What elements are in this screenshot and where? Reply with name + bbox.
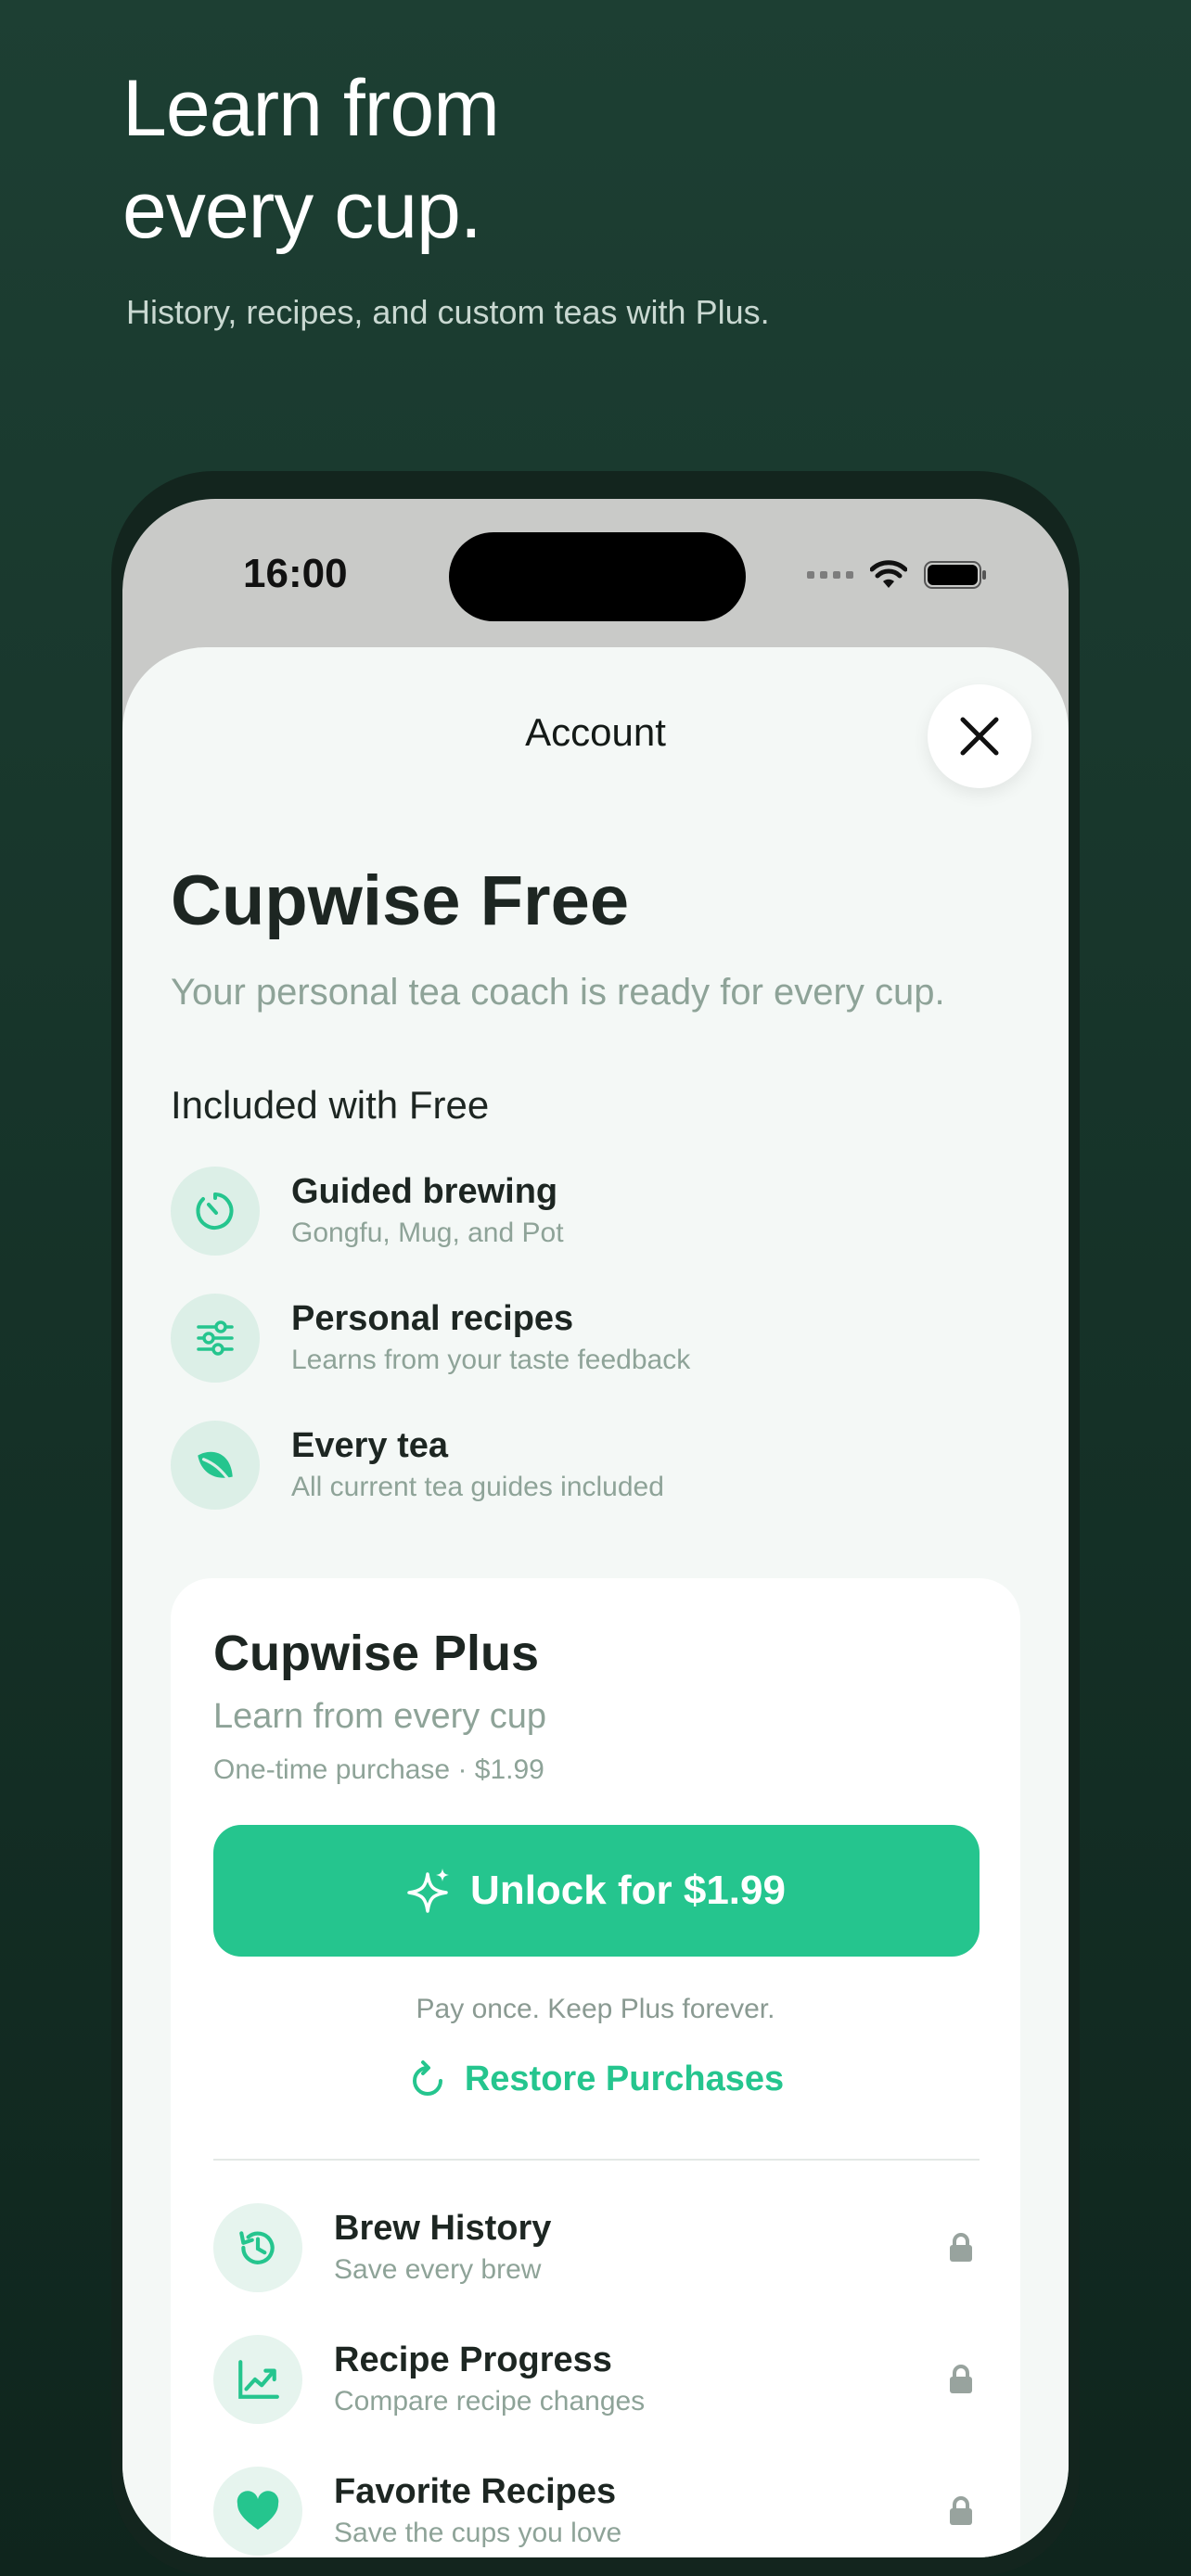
close-icon <box>960 717 999 756</box>
feature-item: Every tea All current tea guides include… <box>171 1421 664 1510</box>
pay-once-note: Pay once. Keep Plus forever. <box>416 1994 775 2024</box>
lock-icon <box>950 2365 972 2393</box>
plus-price: One-time purchase · $1.99 <box>213 1754 544 1785</box>
signal-icon <box>807 571 853 579</box>
close-button[interactable] <box>928 684 1031 788</box>
feature-icon-wrap <box>171 1294 260 1383</box>
locked-feature-subtitle: Compare recipe changes <box>334 2386 646 2417</box>
sliders-icon <box>197 1320 234 1356</box>
battery-icon <box>924 561 986 589</box>
promo-headline: Learn from every cup. <box>122 57 500 261</box>
plus-card: Cupwise Plus Learn from every cup One-ti… <box>171 1578 1020 2557</box>
locked-feature-item: Recipe Progress Compare recipe changes <box>213 2335 980 2424</box>
locked-feature-icon-wrap <box>213 2467 302 2556</box>
history-icon <box>239 2231 275 2264</box>
feature-icon-wrap <box>171 1421 260 1510</box>
included-label: Included with Free <box>171 1083 490 1127</box>
feature-title: Every tea <box>291 1426 449 1465</box>
lock-icon <box>950 2496 972 2525</box>
plan-subtitle: Your personal tea coach is ready for eve… <box>171 972 945 1013</box>
sheet-title: Account <box>525 710 666 754</box>
plus-title: Cupwise Plus <box>213 1626 540 1681</box>
feature-item: Guided brewing Gongfu, Mug, and Pot <box>171 1167 564 1256</box>
sparkles-icon <box>407 1868 450 1913</box>
locked-feature-icon-wrap <box>213 2203 302 2292</box>
feature-title: Guided brewing <box>291 1172 558 1211</box>
heart-icon <box>237 2491 279 2530</box>
restore-purchases-button[interactable]: Restore Purchases <box>171 2059 1020 2099</box>
feature-subtitle: All current tea guides included <box>291 1472 664 1502</box>
restore-label: Restore Purchases <box>464 2059 785 2098</box>
refresh-icon <box>412 2060 442 2096</box>
chart-icon <box>238 2360 279 2399</box>
timer-icon <box>196 1192 234 1230</box>
plan-title: Cupwise Free <box>171 861 630 940</box>
feature-subtitle: Gongfu, Mug, and Pot <box>291 1218 564 1248</box>
wifi-icon <box>870 560 907 588</box>
unlock-label: Unlock for $1.99 <box>470 1868 786 1913</box>
leaf-icon <box>198 1451 233 1485</box>
feature-title: Personal recipes <box>291 1299 574 1338</box>
locked-feature-item: Favorite Recipes Save the cups you love <box>213 2467 980 2556</box>
lock-icon <box>950 2233 972 2262</box>
locked-feature-subtitle: Save the cups you love <box>334 2518 622 2548</box>
promo-subhead: History, recipes, and custom teas with P… <box>126 293 770 331</box>
locked-feature-item: Brew History Save every brew <box>213 2203 980 2292</box>
plus-subtitle: Learn from every cup <box>213 1697 547 1736</box>
locked-feature-icon-wrap <box>213 2335 302 2424</box>
locked-feature-title: Recipe Progress <box>334 2340 612 2379</box>
dynamic-island <box>449 532 746 621</box>
feature-subtitle: Learns from your taste feedback <box>291 1345 691 1375</box>
divider <box>213 2159 980 2161</box>
locked-feature-title: Brew History <box>334 2209 552 2248</box>
phone-screen: 16:00 Account Cupwise Free Your personal… <box>122 499 1069 2557</box>
feature-item: Personal recipes Learns from your taste … <box>171 1294 690 1383</box>
locked-feature-title: Favorite Recipes <box>334 2472 617 2511</box>
promo-headline-line2: every cup. <box>122 166 482 255</box>
promo-headline-line1: Learn from <box>122 64 500 153</box>
status-icons <box>807 560 989 590</box>
status-time: 16:00 <box>243 551 348 596</box>
unlock-button[interactable]: Unlock for $1.99 <box>213 1825 980 1957</box>
account-sheet: Account Cupwise Free Your personal tea c… <box>122 647 1069 2557</box>
locked-feature-subtitle: Save every brew <box>334 2254 542 2285</box>
feature-icon-wrap <box>171 1167 260 1256</box>
